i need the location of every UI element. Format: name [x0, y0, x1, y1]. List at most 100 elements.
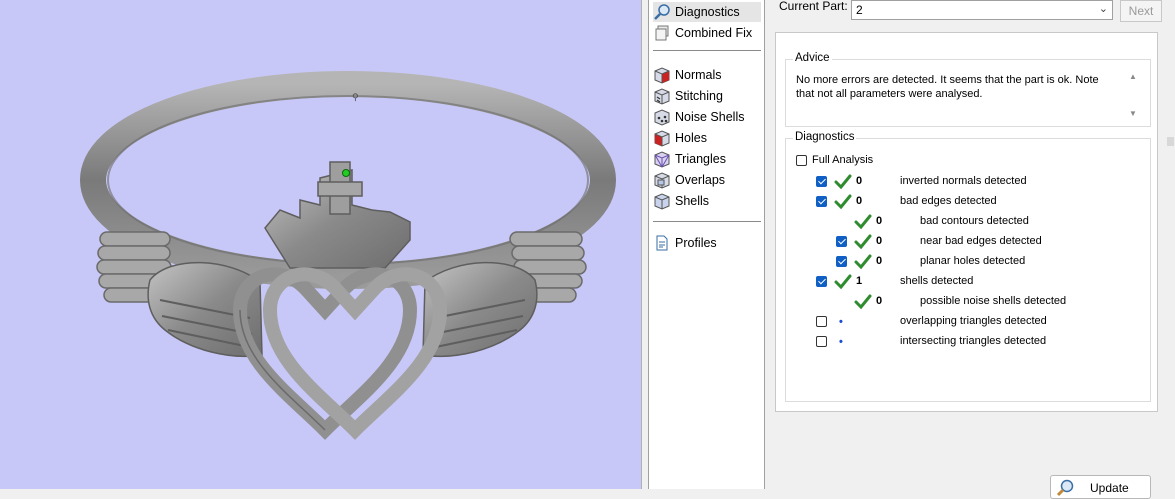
- nav-item-label: Normals: [675, 68, 722, 82]
- nav-item-stitching[interactable]: Stitching: [653, 86, 761, 106]
- cube-normals-icon: [654, 67, 670, 84]
- pending-dot-icon: •: [839, 316, 843, 328]
- nav-item-label: Stitching: [675, 89, 723, 103]
- diagnostic-checkbox[interactable]: [836, 236, 847, 247]
- advice-text: No more errors are detected. It seems th…: [796, 74, 1099, 100]
- diagnostic-row: 0 bad edges detected: [786, 193, 1146, 211]
- cube-stack-icon: [655, 25, 669, 41]
- diagnostic-text: possible noise shells detected: [920, 295, 1067, 307]
- update-button-label: Update: [1090, 481, 1129, 495]
- diagnostic-text: planar holes detected: [920, 255, 1026, 267]
- nav-item-triangles[interactable]: Triangles: [653, 149, 761, 169]
- diagnostic-checkbox[interactable]: [816, 176, 827, 187]
- nav-item-label: Triangles: [675, 152, 726, 166]
- panel-scrollbar[interactable]: [1166, 0, 1175, 489]
- chevron-down-icon: ⌄: [1098, 3, 1108, 15]
- current-part-value: 2: [856, 3, 863, 17]
- nav-divider: [653, 50, 761, 51]
- diagnostic-text: near bad edges detected: [920, 235, 1042, 247]
- advice-group: Advice No more errors are detected. It s…: [785, 52, 1151, 127]
- nav-item-holes[interactable]: Holes: [653, 128, 761, 148]
- diagnostic-row: • intersecting triangles detected: [786, 333, 1146, 351]
- nav-item-label: Combined Fix: [675, 26, 753, 40]
- magnifier-icon: [1056, 479, 1074, 497]
- diagnostic-count: 0: [856, 195, 863, 207]
- diagnostic-count: 0: [856, 175, 863, 187]
- nav-item-normals[interactable]: Normals: [653, 65, 761, 85]
- full-analysis-label: Full Analysis: [812, 154, 874, 166]
- diagnostic-text: shells detected: [900, 275, 974, 287]
- diagnostic-count: 0: [876, 235, 883, 247]
- nav-item-label: Overlaps: [675, 173, 726, 187]
- diagnostic-row: 0 bad contours detected: [786, 213, 1146, 231]
- nav-item-label: Holes: [675, 131, 707, 145]
- diagnostic-count: 0: [876, 255, 883, 267]
- diagnostic-checkbox[interactable]: [816, 316, 827, 327]
- nav-item-overlaps[interactable]: Overlaps: [653, 170, 761, 190]
- diagnostic-row: 1 shells detected: [786, 273, 1146, 291]
- full-analysis-checkbox[interactable]: [796, 155, 807, 166]
- check-icon: [854, 214, 872, 230]
- check-icon: [834, 194, 852, 210]
- nav-item-label: Noise Shells: [675, 110, 745, 124]
- cube-shells-icon: [654, 193, 670, 210]
- nav-item-profiles[interactable]: Profiles: [653, 233, 761, 253]
- splitter[interactable]: [641, 0, 648, 489]
- check-icon: [854, 234, 872, 250]
- advice-scrollbar[interactable]: ▲ ▼: [1128, 72, 1140, 118]
- check-icon: [834, 274, 852, 290]
- nav-item-combined-fix[interactable]: Combined Fix: [653, 23, 761, 43]
- magnifier-icon: [654, 4, 670, 20]
- diagnostic-row: • overlapping triangles detected: [786, 313, 1146, 331]
- cube-holes-icon: [654, 130, 670, 147]
- diagnostic-text: overlapping triangles detected: [900, 315, 1047, 327]
- tool-nav-panel: Diagnostics Combined Fix Normals Stitchi…: [648, 0, 765, 489]
- diagnostic-text: bad contours detected: [920, 215, 1029, 227]
- nav-item-noise-shells[interactable]: Noise Shells: [653, 107, 761, 127]
- diagnostic-row: 0 inverted normals detected: [786, 173, 1146, 191]
- diagnostics-group: Diagnostics Full Analysis 0 inverted norm…: [785, 131, 1151, 499]
- check-icon: [854, 294, 872, 310]
- advice-title: Advice: [793, 52, 832, 64]
- check-icon: [854, 254, 872, 270]
- diagnostics-title: Diagnostics: [793, 131, 857, 143]
- diagnostic-text: inverted normals detected: [900, 175, 1027, 187]
- cube-noise-shells-icon: [654, 109, 670, 126]
- svg-text:⚲: ⚲: [352, 93, 359, 103]
- diagnostic-checkbox[interactable]: [836, 256, 847, 267]
- cube-triangles-icon: [654, 151, 670, 168]
- current-part-select[interactable]: 2 ⌄: [851, 0, 1113, 20]
- scrollbar-thumb[interactable]: [1167, 137, 1174, 146]
- nav-item-label: Diagnostics: [675, 5, 740, 19]
- diagnostic-row: 0 planar holes detected: [786, 253, 1146, 271]
- update-button[interactable]: Update: [1050, 475, 1151, 499]
- cube-stitching-icon: [654, 88, 670, 105]
- nav-item-label: Profiles: [675, 236, 717, 250]
- pending-dot-icon: •: [839, 336, 843, 348]
- diagnostic-row: 0 possible noise shells detected: [786, 293, 1146, 311]
- nav-divider: [653, 221, 761, 222]
- scroll-down-icon[interactable]: ▼: [1129, 109, 1137, 118]
- scroll-up-icon[interactable]: ▲: [1129, 72, 1137, 81]
- diagnostic-text: bad edges detected: [900, 195, 997, 207]
- content-box: Advice No more errors are detected. It s…: [775, 32, 1158, 499]
- diagnostic-checkbox[interactable]: [816, 336, 827, 347]
- document-icon: [656, 235, 668, 251]
- nav-item-diagnostics[interactable]: Diagnostics: [653, 2, 761, 22]
- diagnostic-checkbox[interactable]: [816, 196, 827, 207]
- 3d-viewport[interactable]: ⚲: [0, 0, 641, 489]
- current-part-label: Current Part:: [779, 0, 848, 13]
- diagnostic-count: 0: [876, 215, 883, 227]
- diagnostic-count: 0: [876, 295, 883, 307]
- next-button[interactable]: Next: [1120, 0, 1162, 22]
- diagnostic-row: 0 near bad edges detected: [786, 233, 1146, 251]
- diagnostic-checkbox[interactable]: [816, 276, 827, 287]
- nav-item-shells[interactable]: Shells: [653, 191, 761, 211]
- ring-model: ⚲: [80, 71, 616, 440]
- nav-item-label: Shells: [675, 194, 710, 208]
- diagnostic-count: 1: [856, 275, 863, 287]
- cube-overlaps-icon: [654, 172, 670, 189]
- diagnostic-text: intersecting triangles detected: [900, 335, 1047, 347]
- check-icon: [834, 174, 852, 190]
- diagnostics-panel: Current Part: 2 ⌄ Next Advice No more er…: [765, 0, 1175, 499]
